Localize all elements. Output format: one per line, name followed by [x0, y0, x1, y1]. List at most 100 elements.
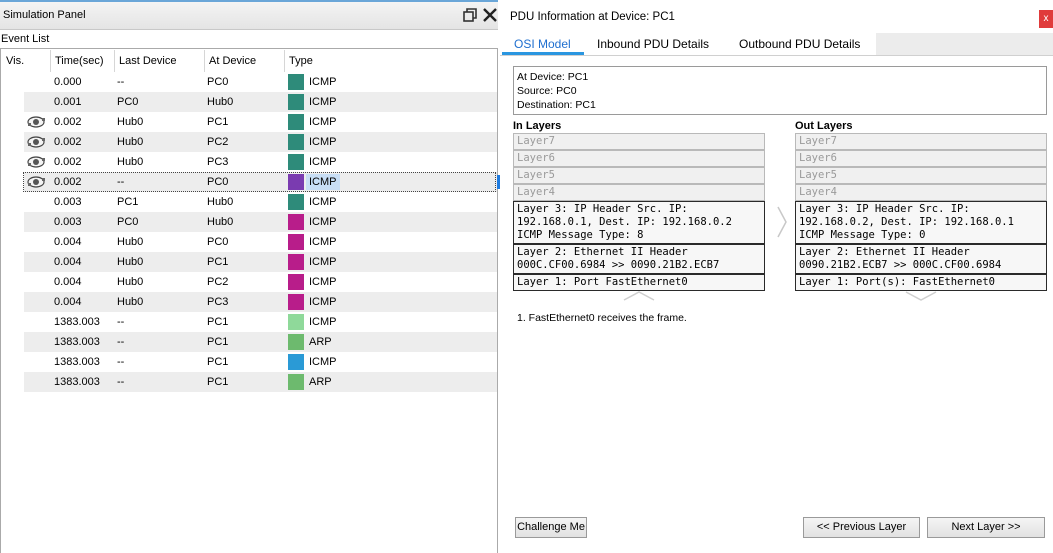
column-header-last-device[interactable]: Last Device [114, 50, 204, 72]
out-layer-2[interactable]: Layer 2: Ethernet II Header 0090.21B2.EC… [795, 244, 1047, 274]
vis-cell[interactable] [24, 132, 50, 152]
previous-layer-button[interactable]: << Previous Layer [803, 517, 920, 538]
vis-cell[interactable] [24, 372, 50, 392]
column-header-time[interactable]: Time(sec) [50, 50, 114, 72]
in-layer-3[interactable]: Layer 3: IP Header Src. IP: 192.168.0.1,… [513, 201, 765, 244]
type-color-swatch[interactable] [288, 254, 304, 270]
type-color-swatch[interactable] [288, 374, 304, 390]
event-row[interactable]: 0.000 -- PC0 ICMP [0, 72, 497, 92]
type-cell: ICMP [309, 256, 337, 268]
at-device-cell: PC0 [207, 236, 229, 248]
type-color-swatch[interactable] [288, 294, 304, 310]
in-layer-2[interactable]: Layer 2: Ethernet II Header 000C.CF00.69… [513, 244, 765, 274]
event-list-rows: 0.000 -- PC0 ICMP 0.001 PC0 Hub0 ICMP 0.002 Hub0 P… [0, 72, 498, 392]
event-row[interactable]: 1383.003 -- PC1 ICMP [0, 352, 497, 372]
eye-icon[interactable] [27, 136, 46, 148]
vis-cell[interactable] [24, 112, 50, 132]
event-row[interactable]: 0.003 PC0 Hub0 ICMP [0, 212, 497, 232]
type-cell: ICMP [309, 196, 337, 208]
vis-cell[interactable] [24, 212, 50, 232]
column-header-vis[interactable]: Vis. [2, 50, 50, 72]
type-color-swatch[interactable] [288, 234, 304, 250]
type-cell: ARP [309, 376, 332, 388]
time-cell: 0.003 [54, 216, 82, 228]
pdu-information-window: PDU Information at Device: PC1 x OSI Mod… [500, 0, 1053, 553]
event-row[interactable]: 0.001 PC0 Hub0 ICMP [0, 92, 497, 112]
pdu-info-box: At Device: PC1 Source: PC0 Destination: … [513, 66, 1047, 115]
column-header-at-device[interactable]: At Device [204, 50, 284, 72]
type-color-swatch[interactable] [288, 74, 304, 90]
tab-inbound-pdu-details[interactable]: Inbound PDU Details [589, 33, 717, 57]
event-row[interactable]: 0.002 Hub0 PC3 ICMP [0, 152, 497, 172]
type-color-swatch[interactable] [288, 314, 304, 330]
type-color-swatch[interactable] [288, 154, 304, 170]
out-layer-6[interactable]: Layer6 [795, 150, 1047, 167]
out-layer-1[interactable]: Layer 1: Port(s): FastEthernet0 [795, 274, 1047, 291]
event-row[interactable]: 1383.003 -- PC1 ICMP [0, 312, 497, 332]
type-cell: ICMP [309, 356, 337, 368]
event-row[interactable]: 0.004 Hub0 PC2 ICMP [0, 272, 497, 292]
in-layer-5[interactable]: Layer5 [513, 167, 765, 184]
source-text: Source: PC0 [517, 85, 577, 97]
eye-icon[interactable] [27, 156, 46, 168]
vis-cell[interactable] [24, 272, 50, 292]
event-row[interactable]: 0.002 Hub0 PC1 ICMP [0, 112, 497, 132]
out-layer-3[interactable]: Layer 3: IP Header Src. IP: 192.168.0.2,… [795, 201, 1047, 244]
event-row[interactable]: 0.004 Hub0 PC3 ICMP [0, 292, 497, 312]
close-icon[interactable] [482, 7, 498, 23]
event-row[interactable]: 1383.003 -- PC1 ARP [0, 332, 497, 352]
type-color-swatch[interactable] [288, 114, 304, 130]
vis-cell[interactable] [24, 72, 50, 92]
challenge-me-button[interactable]: Challenge Me [515, 517, 587, 538]
column-header-type[interactable]: Type [284, 50, 497, 72]
event-list-header: Vis. Time(sec) Last Device At Device Typ… [0, 50, 498, 72]
vis-cell[interactable] [24, 192, 50, 212]
in-layer-7[interactable]: Layer7 [513, 133, 765, 150]
up-chevron-icon [623, 291, 655, 301]
type-color-swatch[interactable] [288, 194, 304, 210]
vis-cell[interactable] [24, 292, 50, 312]
in-layer-4[interactable]: Layer4 [513, 184, 765, 201]
type-color-swatch[interactable] [288, 354, 304, 370]
out-layer-7[interactable]: Layer7 [795, 133, 1047, 150]
type-cell: ICMP [309, 236, 337, 248]
event-row[interactable]: 0.004 Hub0 PC0 ICMP [0, 232, 497, 252]
vis-cell[interactable] [24, 232, 50, 252]
event-row[interactable]: 0.002 -- PC0 ICMP [0, 172, 497, 192]
out-layer-5[interactable]: Layer5 [795, 167, 1047, 184]
event-row[interactable]: 0.004 Hub0 PC1 ICMP [0, 252, 497, 272]
in-layer-6[interactable]: Layer6 [513, 150, 765, 167]
last-device-cell: Hub0 [117, 256, 144, 268]
event-row[interactable]: 1383.003 -- PC1 ARP [0, 372, 497, 392]
time-cell: 0.004 [54, 236, 82, 248]
vis-cell[interactable] [24, 312, 50, 332]
type-color-swatch[interactable] [288, 134, 304, 150]
time-cell: 1383.003 [54, 376, 100, 388]
vis-cell[interactable] [24, 332, 50, 352]
simulation-panel-title: Simulation Panel [3, 9, 86, 21]
event-row[interactable]: 0.002 Hub0 PC2 ICMP [0, 132, 497, 152]
restore-window-icon[interactable] [462, 7, 478, 23]
type-color-swatch[interactable] [288, 274, 304, 290]
type-color-swatch[interactable] [288, 94, 304, 110]
time-cell: 0.002 [54, 136, 82, 148]
type-color-swatch[interactable] [288, 214, 304, 230]
vis-cell[interactable] [24, 152, 50, 172]
vis-cell[interactable] [24, 252, 50, 272]
tab-outbound-pdu-details[interactable]: Outbound PDU Details [731, 33, 868, 57]
at-device-cell: PC3 [207, 296, 229, 308]
eye-icon[interactable] [27, 116, 46, 128]
next-layer-button[interactable]: Next Layer >> [927, 517, 1045, 538]
time-cell: 0.002 [54, 156, 82, 168]
vis-cell[interactable] [24, 92, 50, 112]
in-layer-1[interactable]: Layer 1: Port FastEthernet0 [513, 274, 765, 291]
last-device-cell: PC0 [117, 96, 139, 108]
type-color-swatch[interactable] [288, 334, 304, 350]
pdu-close-button[interactable]: x [1039, 10, 1053, 28]
simulation-panel-titlebar: Simulation Panel [0, 0, 498, 30]
vis-cell[interactable] [24, 352, 50, 372]
out-layer-4[interactable]: Layer4 [795, 184, 1047, 201]
type-cell: ICMP [309, 316, 337, 328]
type-cell: ICMP [309, 216, 337, 228]
event-row[interactable]: 0.003 PC1 Hub0 ICMP [0, 192, 497, 212]
